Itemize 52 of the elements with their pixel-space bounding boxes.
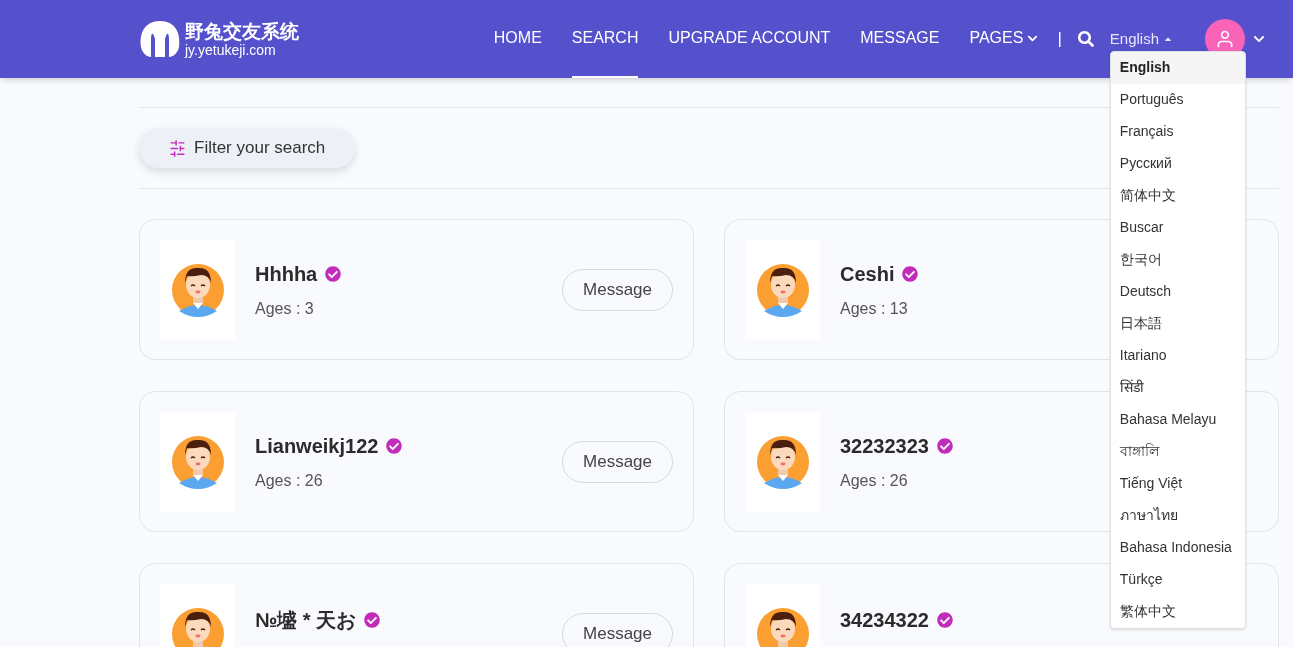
language-option[interactable]: Русский (1110, 147, 1245, 180)
language-option[interactable]: 繁体中文 (1110, 595, 1245, 628)
search-icon[interactable] (1077, 31, 1094, 47)
avatar-drawing (170, 262, 225, 317)
nav-link[interactable]: SEARCH (571, 0, 639, 78)
language-option[interactable]: Buscar (1110, 211, 1245, 244)
language-option[interactable]: Deutsch (1110, 275, 1245, 308)
nav-link[interactable]: UPGRADE ACCOUNT (668, 0, 831, 78)
message-button[interactable]: Message (562, 612, 673, 647)
logo-title: 野兔交友系统 (185, 21, 299, 41)
member-age: Ages : 13 (840, 298, 908, 319)
language-option[interactable]: 한국어 (1110, 243, 1245, 276)
chevron-down-icon[interactable] (1253, 33, 1265, 45)
sliders-icon (169, 139, 186, 157)
avatar-drawing (170, 606, 225, 647)
language-option[interactable]: 日本語 (1110, 307, 1245, 340)
language-option[interactable]: Français (1110, 115, 1245, 148)
member-name[interactable]: Ceshi (840, 258, 895, 289)
nav-link[interactable]: PAGES (969, 0, 1039, 78)
member-name[interactable]: №墭 * 天お (255, 604, 357, 635)
language-option[interactable]: Bahasa Melayu (1110, 403, 1245, 436)
member-age: Ages : 3 (255, 298, 314, 319)
avatar-drawing (170, 434, 225, 489)
nav-link[interactable]: HOME (493, 0, 542, 78)
member-name[interactable]: Hhhha (255, 258, 318, 289)
nav-separator: | (1057, 28, 1062, 51)
message-button[interactable]: Message (562, 268, 673, 311)
language-option[interactable]: Português (1110, 83, 1245, 116)
language-option[interactable]: Bahasa Indonesia (1110, 531, 1245, 564)
nav-link[interactable]: MESSAGE (860, 0, 940, 78)
member-name[interactable]: Lianweikj122 (255, 430, 379, 461)
avatar-drawing (755, 434, 810, 489)
avatar-drawing (755, 606, 810, 647)
bunny-logo-icon (139, 19, 181, 59)
member-name[interactable]: 34234322 (840, 604, 929, 635)
language-option[interactable]: English (1110, 51, 1245, 84)
message-button[interactable]: Message (562, 440, 673, 483)
logo-subtitle: jy.yetukeji.com (185, 42, 277, 57)
language-option[interactable]: Itariano (1110, 339, 1245, 372)
language-option[interactable]: 简体中文 (1110, 179, 1245, 212)
language-option[interactable]: ภาษาไทย (1110, 499, 1245, 532)
member-name[interactable]: 32232323 (840, 430, 929, 461)
avatar-drawing (755, 262, 810, 317)
language-option[interactable]: सिंडी (1110, 371, 1245, 404)
user-icon (1215, 29, 1235, 49)
language-toggle[interactable]: English (1109, 27, 1173, 51)
member-age: Ages : 26 (840, 470, 908, 491)
language-option[interactable]: Tiếng Việt (1110, 467, 1245, 500)
language-option[interactable]: বাঙ্গালি (1110, 435, 1245, 468)
filter-button[interactable]: Filter your search (139, 128, 356, 168)
language-option[interactable]: Türkçe (1110, 563, 1245, 596)
member-age: Ages : 26 (255, 470, 323, 491)
